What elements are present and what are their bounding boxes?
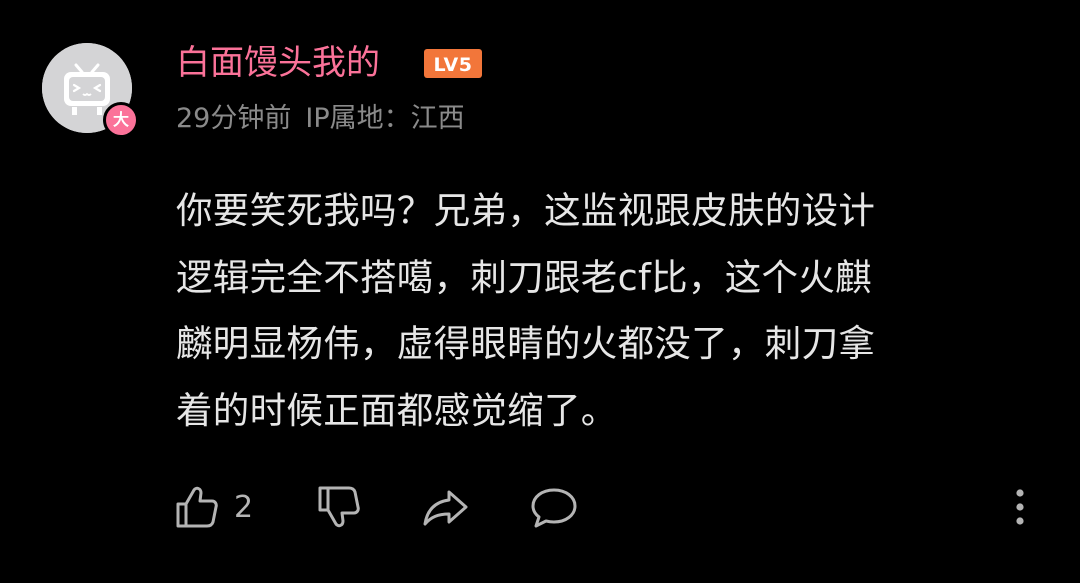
comment-bubble-icon bbox=[531, 488, 577, 528]
share-icon bbox=[423, 490, 468, 526]
comment-text-line: 着的时候正面都感觉缩了。 bbox=[176, 388, 618, 432]
action-bar: 2 bbox=[0, 482, 1080, 532]
ip-location: IP属地：江西 bbox=[305, 103, 465, 134]
share-button[interactable] bbox=[422, 482, 470, 532]
more-options-button[interactable] bbox=[1008, 482, 1032, 532]
like-count: 2 bbox=[234, 489, 254, 525]
level-badge: LV5 bbox=[424, 49, 482, 78]
more-vertical-icon bbox=[1016, 489, 1024, 525]
comment-text-line: 逻辑完全不搭噶，刺刀跟老cf比，这个火麒 bbox=[176, 255, 872, 299]
comment-item: 大 白面馒头我的 LV5 29分钟前 IP属地：江西 你要笑死我吗？兄弟，这监视跟… bbox=[0, 0, 1080, 583]
dislike-button[interactable] bbox=[316, 482, 362, 532]
comment-text-line: 麟明显杨伟，虚得眼睛的火都没了，刺刀拿 bbox=[176, 322, 876, 365]
reply-button[interactable] bbox=[530, 482, 578, 532]
comment-meta: 29分钟前 IP属地：江西 bbox=[176, 101, 465, 137]
comment-text: 你要笑死我吗？兄弟，这监视跟皮肤的设计 逻辑完全不搭噶，刺刀跟老cf比，这个火麒… bbox=[176, 178, 1036, 444]
like-button[interactable]: 2 bbox=[174, 482, 253, 532]
username[interactable]: 白面馒头我的 bbox=[176, 40, 380, 86]
timestamp: 29分钟前 bbox=[176, 103, 292, 134]
vip-badge: 大 bbox=[103, 102, 139, 138]
thumbs-up-icon bbox=[176, 486, 218, 528]
thumbs-down-icon bbox=[318, 486, 360, 528]
comment-text-line: 你要笑死我吗？兄弟，这监视跟皮肤的设计 bbox=[176, 189, 876, 232]
level-badge-text: LV5 bbox=[434, 54, 473, 76]
